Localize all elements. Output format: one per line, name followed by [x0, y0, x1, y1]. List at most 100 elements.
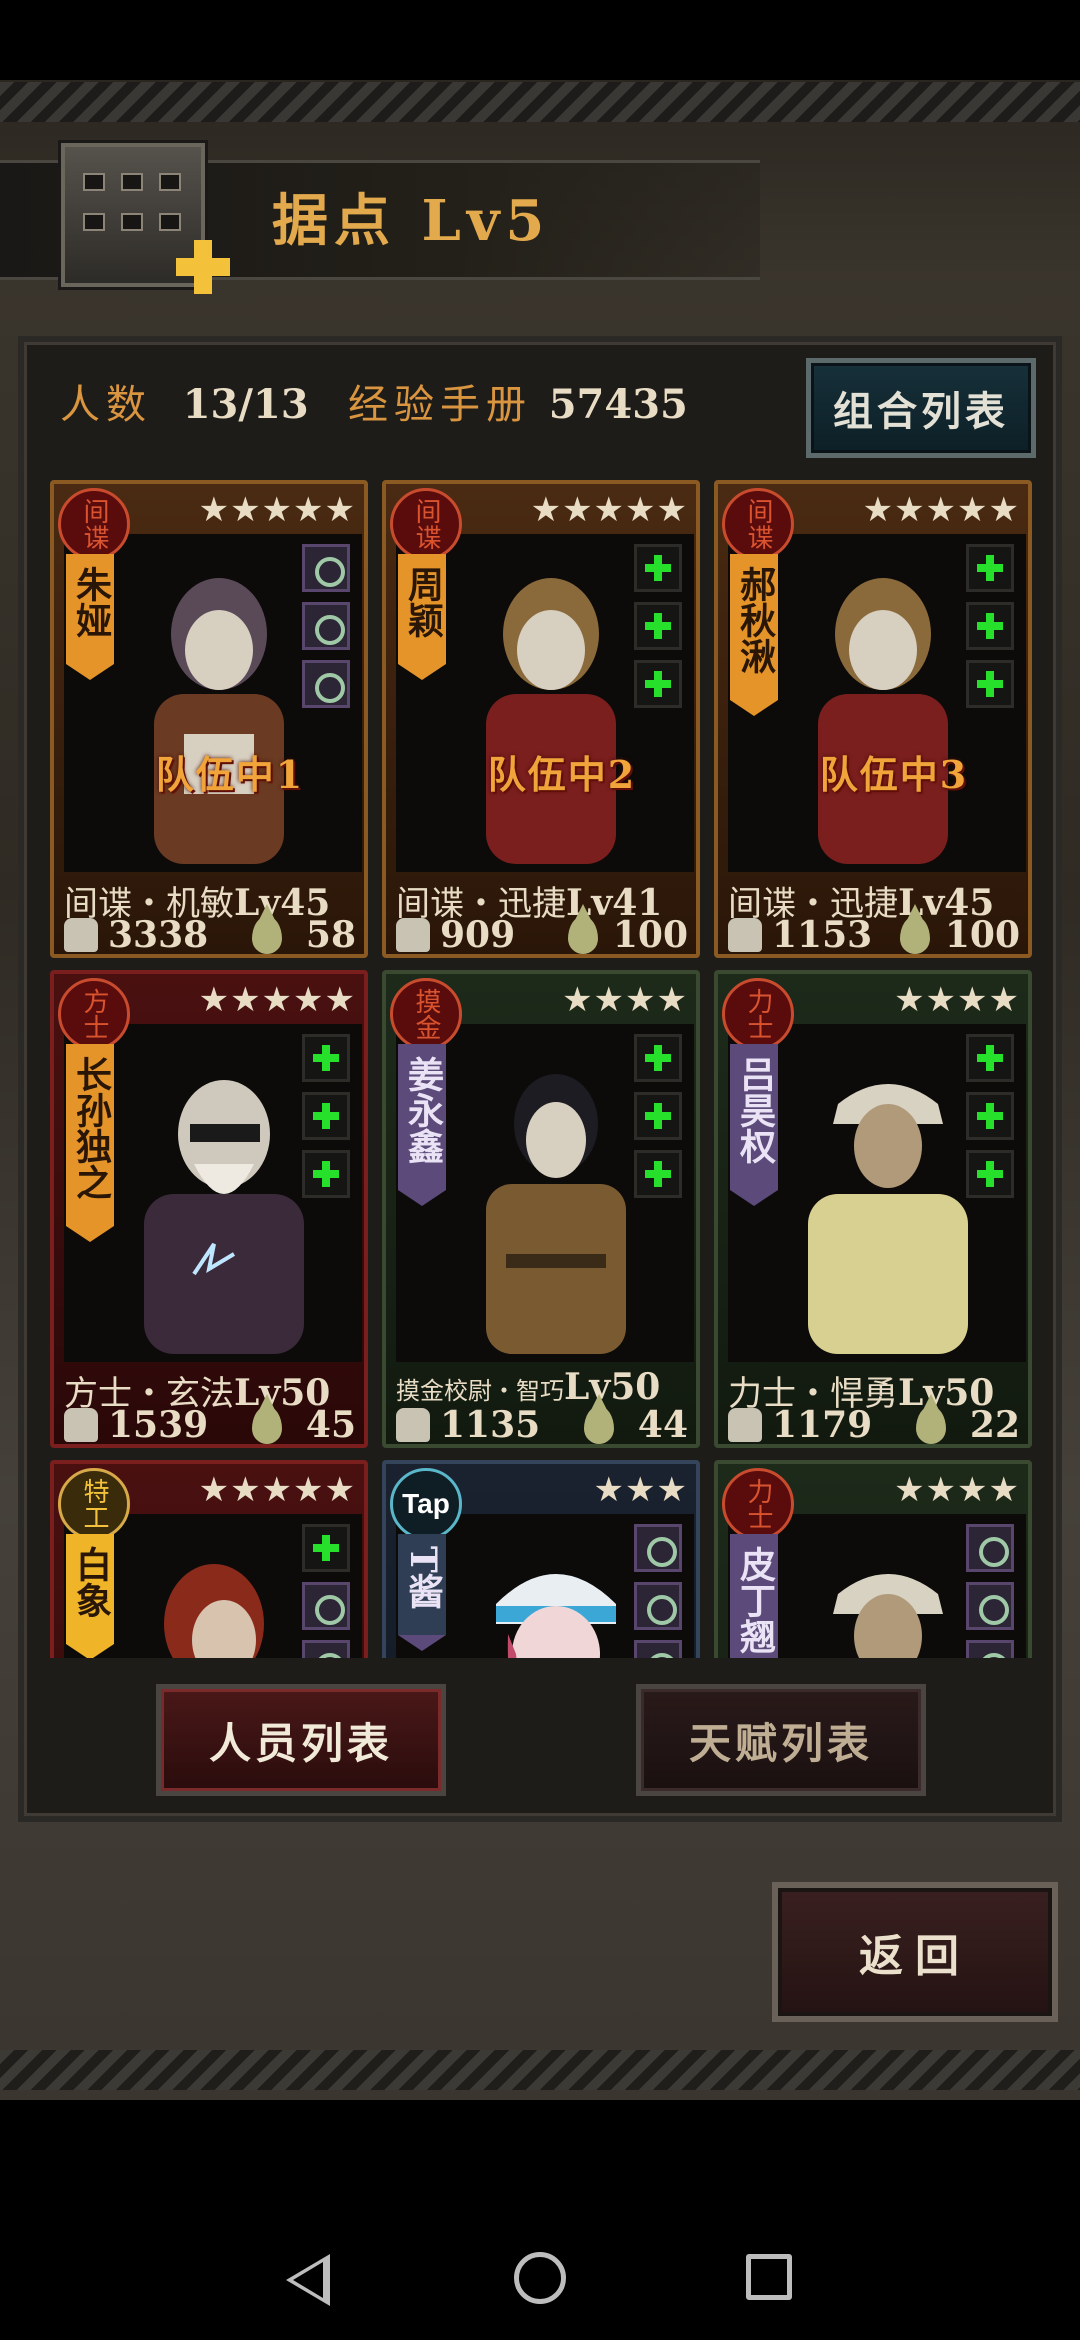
window-decor [159, 213, 181, 231]
add-equipment-icon[interactable] [634, 602, 682, 650]
character-name: 吕昊权 [730, 1044, 778, 1206]
role-text: 摸金校尉・智巧 [396, 1377, 564, 1405]
team-label: 队伍中3 [819, 752, 969, 797]
add-equipment-icon[interactable] [634, 544, 682, 592]
add-equipment-icon[interactable] [634, 660, 682, 708]
stamina-drop-icon [568, 904, 598, 954]
power-value: 1153 [772, 914, 873, 956]
star-rating: ★★★★★ [862, 490, 1020, 530]
equipment-slots [634, 1524, 682, 1658]
character-name: 朱娅 [66, 554, 114, 680]
add-equipment-icon[interactable] [634, 1150, 682, 1198]
star-rating: ★★★★ [894, 1470, 1020, 1510]
character-name: T酱 [398, 1534, 446, 1651]
nav-back-icon[interactable] [286, 2254, 330, 2306]
add-equipment-icon[interactable] [966, 1034, 1014, 1082]
equipment-icon[interactable] [302, 1640, 350, 1658]
power-value: 3338 [108, 914, 209, 956]
fist-icon [728, 1408, 762, 1442]
add-equipment-icon[interactable] [966, 1092, 1014, 1140]
window-decor [121, 173, 143, 191]
character-portrait-art [496, 1574, 616, 1658]
character-card[interactable]: ★★★ Tap T酱 [382, 1460, 700, 1658]
equipment-icon[interactable] [302, 1582, 350, 1630]
character-portrait-art [808, 1084, 968, 1354]
equipment-icon[interactable] [302, 660, 350, 708]
character-portrait-art [486, 1074, 626, 1354]
class-badge: 力士 [722, 1468, 794, 1540]
character-card[interactable]: ★★★★ 力士 皮丁翘 [714, 1460, 1032, 1658]
personnel-list-tab[interactable]: 人员列表 [156, 1684, 446, 1796]
upgrade-plus-icon[interactable] [176, 240, 230, 294]
fist-icon [396, 1408, 430, 1442]
equipment-icon[interactable] [302, 544, 350, 592]
add-equipment-icon[interactable] [302, 1524, 350, 1572]
star-rating: ★★★★ [562, 980, 688, 1020]
add-equipment-icon[interactable] [966, 660, 1014, 708]
character-card[interactable]: 队伍中1 ★★★★★ 间谍 朱娅 间谍・机敏Lv45 3338 58 [50, 480, 368, 958]
people-count-value: 13/13 [182, 381, 309, 428]
page-title: 据点 Lv5 [272, 188, 551, 254]
nav-recents-icon[interactable] [746, 2254, 792, 2300]
power-value: 1179 [772, 1404, 873, 1446]
character-name: 郝秋湫 [730, 554, 778, 716]
character-name: 周颖 [398, 554, 446, 680]
class-badge: 间谍 [722, 488, 794, 560]
add-equipment-icon[interactable] [634, 1034, 682, 1082]
add-equipment-icon[interactable] [302, 1034, 350, 1082]
add-equipment-icon[interactable] [634, 1092, 682, 1140]
character-card[interactable]: ★★★★ 摸金 姜永鑫 摸金校尉・智巧Lv50 1135 44 [382, 970, 700, 1448]
combo-list-button[interactable]: 组合列表 [806, 358, 1036, 458]
character-card[interactable]: 队伍中3 ★★★★★ 间谍 郝秋湫 间谍・迅捷Lv45 1153 100 [714, 480, 1032, 958]
class-badge: 摸金 [390, 978, 462, 1050]
character-card[interactable]: ★★★★★ 方士 长孙独之 方士・玄法Lv50 1539 45 [50, 970, 368, 1448]
character-card[interactable]: 队伍中2 ★★★★★ 间谍 周颖 间谍・迅捷Lv41 909 100 [382, 480, 700, 958]
equipment-slots [634, 1034, 682, 1208]
stats-line: 1539 45 [64, 1394, 362, 1444]
window-decor [121, 213, 143, 231]
character-card[interactable]: ★★★★ 力士 吕昊权 力士・悍勇Lv50 1179 22 [714, 970, 1032, 1448]
character-name: 长孙独之 [66, 1044, 114, 1242]
window-decor [159, 173, 181, 191]
power-value: 909 [440, 914, 516, 956]
class-badge: 力士 [722, 978, 794, 1050]
character-portrait-art [833, 1574, 943, 1658]
people-count: 人数 13/13 [60, 372, 309, 430]
star-rating: ★★★★★ [198, 1470, 356, 1510]
fist-icon [64, 918, 98, 952]
equipment-icon[interactable] [966, 1582, 1014, 1630]
stats-line: 1153 100 [728, 904, 1026, 956]
team-label: 队伍中1 [155, 752, 305, 797]
add-equipment-icon[interactable] [302, 1150, 350, 1198]
equipment-slots [302, 1524, 350, 1658]
power-value: 1135 [440, 1404, 541, 1446]
bottom-border [0, 2050, 1080, 2090]
character-portrait-art [818, 578, 948, 864]
character-card[interactable]: ★★★★★ 特工 白象 [50, 1460, 368, 1658]
people-count-label: 人数 [60, 382, 152, 428]
nav-home-icon[interactable] [514, 2252, 566, 2304]
equipment-icon[interactable] [966, 1640, 1014, 1658]
add-equipment-icon[interactable] [302, 1092, 350, 1140]
stamina-drop-icon [916, 1394, 946, 1444]
equipment-icon[interactable] [634, 1582, 682, 1630]
equipment-slots [966, 544, 1014, 718]
equipment-icon[interactable] [966, 1524, 1014, 1572]
equipment-icon[interactable] [634, 1640, 682, 1658]
level-text: Lv50 [564, 1366, 661, 1408]
exp-manual-value: 57435 [548, 381, 688, 428]
add-equipment-icon[interactable] [966, 1150, 1014, 1198]
talent-list-tab[interactable]: 天赋列表 [636, 1684, 926, 1796]
system-navigation-bar [0, 2150, 1080, 2340]
equipment-icon[interactable] [634, 1524, 682, 1572]
equipment-icon[interactable] [302, 602, 350, 650]
equipment-slots [302, 1034, 350, 1208]
exp-manual-label: 经验手册 [348, 382, 532, 428]
back-button[interactable]: 返回 [772, 1882, 1058, 2022]
character-grid[interactable]: 队伍中1 ★★★★★ 间谍 朱娅 间谍・机敏Lv45 3338 58 队伍中2 … [50, 480, 1034, 1658]
add-equipment-icon[interactable] [966, 602, 1014, 650]
exp-manual: 经验手册 57435 [348, 372, 688, 430]
character-portrait-art [154, 578, 284, 864]
add-equipment-icon[interactable] [966, 544, 1014, 592]
equipment-slots [966, 1034, 1014, 1208]
